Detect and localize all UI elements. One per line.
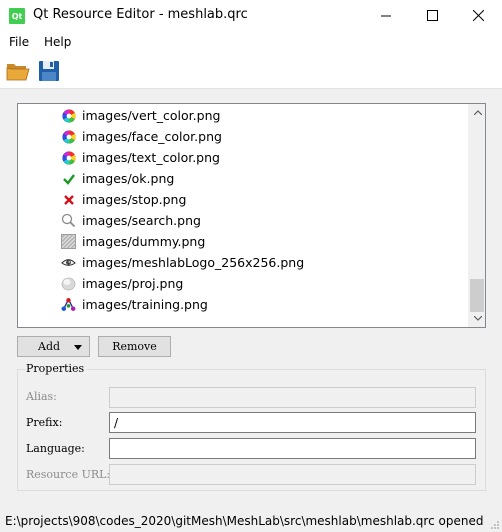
resource-row[interactable]: images/text_color.png [18, 147, 469, 168]
folder-open-icon [6, 64, 30, 81]
qt-app-icon: Qt [9, 8, 25, 24]
title-bar: Qt Qt Resource Editor - meshlab.qrc [0, 0, 502, 31]
maximize-button[interactable] [409, 0, 455, 31]
resource-row[interactable]: images/proj.png [18, 273, 469, 294]
floppy-disk-icon [39, 61, 59, 81]
color-wheel-icon [61, 150, 76, 165]
status-text: E:\projects\908\codes_2020\gitMesh\MeshL… [5, 514, 484, 528]
resource-path-label: images/vert_color.png [82, 108, 221, 123]
scroll-down-button[interactable] [469, 310, 485, 327]
minimize-button[interactable] [363, 0, 409, 31]
chevron-up-icon [473, 110, 482, 115]
eye-logo-icon [61, 255, 76, 270]
vertical-scrollbar[interactable] [468, 104, 485, 327]
chevron-down-icon [473, 316, 482, 321]
properties-title: Properties [26, 362, 88, 375]
resource-row[interactable]: images/vert_color.png [18, 105, 469, 126]
add-button-label: Add [38, 340, 61, 353]
resource-row[interactable]: images/face_color.png [18, 126, 469, 147]
prefix-label: Prefix: [26, 416, 63, 429]
language-label: Language: [26, 442, 85, 455]
remove-button[interactable]: Remove [98, 336, 171, 357]
status-bar: E:\projects\908\codes_2020\gitMesh\MeshL… [0, 510, 502, 532]
close-icon [472, 10, 484, 21]
color-wheel-icon [61, 129, 76, 144]
color-wheel-icon [61, 108, 76, 123]
maximize-icon [426, 10, 438, 21]
checkmark-icon [61, 171, 76, 186]
resource-path-label: images/training.png [82, 297, 208, 312]
prefix-field[interactable] [109, 412, 476, 433]
save-button[interactable] [36, 58, 62, 84]
sphere-icon [61, 276, 76, 291]
minimize-icon [381, 15, 391, 16]
resource-list[interactable]: images/training.png images/proj.png images… [17, 103, 486, 328]
resource-path-label: images/face_color.png [82, 129, 222, 144]
scroll-thumb[interactable] [470, 279, 484, 312]
magnifier-icon [61, 213, 76, 228]
resize-grip-icon[interactable] [490, 520, 500, 530]
resource-row[interactable]: images/stop.png [18, 189, 469, 210]
resource-path-label: images/search.png [82, 213, 201, 228]
checker-icon [61, 234, 76, 249]
resource-path-label: images/text_color.png [82, 150, 220, 165]
menu-help[interactable]: Help [44, 35, 71, 49]
menu-file[interactable]: File [9, 35, 29, 49]
resource-row[interactable]: images/meshlabLogo_256x256.png [18, 252, 469, 273]
resource-row[interactable]: images/search.png [18, 210, 469, 231]
open-button[interactable] [5, 58, 31, 84]
resource-row[interactable]: images/ok.png [18, 168, 469, 189]
red-x-icon [61, 192, 76, 207]
scroll-up-button[interactable] [469, 104, 485, 121]
resource-path-label: images/ok.png [82, 171, 175, 186]
resource-path-label: images/meshlabLogo_256x256.png [82, 255, 305, 270]
resource-row[interactable]: images/dummy.png [18, 231, 469, 252]
language-field[interactable] [109, 438, 476, 459]
alias-field [109, 387, 476, 408]
close-button[interactable] [455, 0, 501, 31]
dropdown-arrow-icon[interactable] [74, 345, 82, 350]
alias-label: Alias: [26, 390, 57, 403]
molecule-icon [61, 297, 76, 312]
resource-row[interactable]: images/training.png [18, 294, 469, 315]
window-title: Qt Resource Editor - meshlab.qrc [33, 7, 248, 22]
resource-path-label: images/dummy.png [82, 234, 206, 249]
resource-path-label: images/stop.png [82, 192, 187, 207]
resource-url-label: Resource URL: [26, 468, 111, 481]
toolbar [0, 53, 502, 89]
resource-url-field [109, 464, 476, 485]
resource-path-label: images/proj.png [82, 276, 184, 291]
menu-bar: File Help [0, 31, 502, 53]
add-button[interactable]: Add [17, 336, 90, 357]
